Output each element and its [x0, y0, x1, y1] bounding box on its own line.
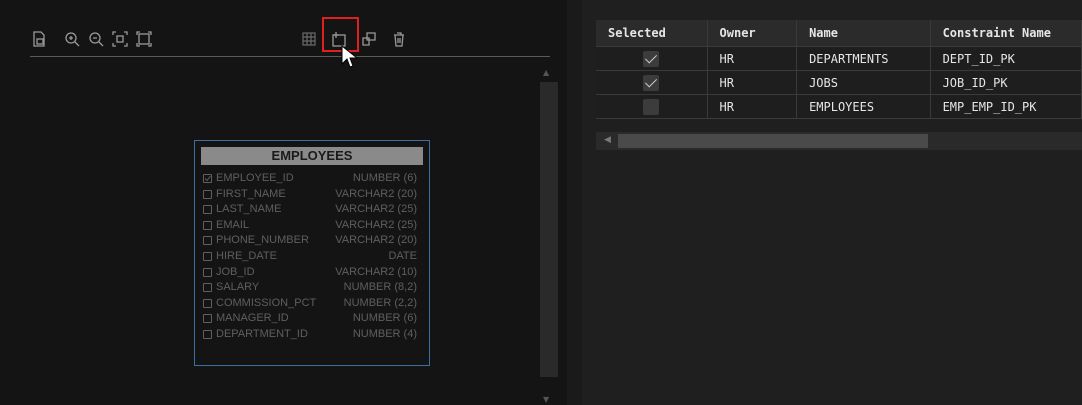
column-type: VARCHAR2 (20) [335, 234, 417, 247]
checkbox-icon[interactable] [203, 236, 212, 246]
diagram-panel: ▲ ▼ EMPLOYEES EMPLOYEE_ID NUMBER (6) FIRST… [0, 0, 567, 405]
splitter[interactable] [567, 0, 582, 405]
name-cell[interactable]: EMPLOYEES [796, 94, 931, 119]
scrollbar-thumb[interactable] [618, 134, 928, 148]
constraint-name-cell[interactable]: JOB_ID_PK [930, 70, 1082, 95]
entity-column-row[interactable]: JOB_ID VARCHAR2 (10) [203, 266, 425, 281]
toolbar-divider [30, 56, 550, 57]
entity-column-row[interactable]: DEPARTMENT_ID NUMBER (4) [203, 328, 425, 343]
entity-column-row[interactable]: COMMISSION_PCT NUMBER (2,2) [203, 297, 425, 312]
column-type: NUMBER (6) [352, 172, 417, 184]
checkbox-icon[interactable] [203, 205, 212, 215]
column-type: VARCHAR2 (20) [335, 187, 417, 200]
column-name: LAST_NAME [216, 203, 282, 216]
column-name: DEPARTMENT_ID [216, 328, 308, 340]
checked-checkbox-icon[interactable] [643, 74, 660, 91]
column-type: VARCHAR2 (25) [335, 203, 417, 216]
owner-cell[interactable]: HR [707, 46, 798, 71]
header-name[interactable]: Name [796, 20, 931, 47]
column-name: MANAGER_ID [216, 312, 289, 325]
column-name: SALARY [216, 281, 260, 294]
entity-title: EMPLOYEES [201, 147, 423, 165]
checkbox-icon[interactable] [203, 283, 212, 293]
column-name: EMPLOYEE_ID [216, 172, 294, 184]
vertical-scrollbar[interactable] [540, 82, 558, 377]
entity-employees[interactable]: EMPLOYEES EMPLOYEE_ID NUMBER (6) FIRST_NAM… [194, 140, 430, 366]
header-constraint-name[interactable]: Constraint Name [930, 20, 1082, 47]
diagram-toolbar [0, 18, 567, 58]
column-name: EMAIL [216, 218, 250, 231]
column-name: HIRE_DATE [216, 250, 277, 262]
zoom-in-icon[interactable] [63, 30, 81, 48]
owner-cell[interactable]: HR [707, 70, 798, 95]
column-name: JOB_ID [216, 265, 255, 278]
column-type: DATE [388, 250, 417, 262]
column-type: VARCHAR2 (10) [335, 265, 417, 278]
actual-size-icon[interactable] [135, 30, 153, 48]
entity-column-row[interactable]: EMAIL VARCHAR2 (25) [203, 219, 425, 234]
entity-column-row[interactable]: PHONE_NUMBER VARCHAR2 (20) [203, 234, 425, 249]
fit-to-screen-icon[interactable] [111, 30, 129, 48]
constraints-table: Selected Owner Name Constraint Name HR DE… [596, 20, 1082, 119]
entity-column-row[interactable]: EMPLOYEE_ID NUMBER (6) [203, 172, 425, 187]
checkbox-icon[interactable] [203, 298, 212, 308]
checked-checkbox-icon[interactable] [203, 174, 212, 183]
name-cell[interactable]: DEPARTMENTS [796, 46, 931, 71]
column-type: NUMBER (2,2) [343, 296, 417, 309]
constraint-name-cell[interactable]: EMP_EMP_ID_PK [930, 94, 1082, 119]
export-image-icon[interactable] [30, 30, 48, 48]
header-selected[interactable]: Selected [596, 20, 708, 47]
column-type: NUMBER (4) [352, 328, 417, 340]
scroll-left-icon[interactable]: ◀ [604, 135, 611, 145]
table-header-row: Selected Owner Name Constraint Name [596, 20, 1082, 47]
checkbox-icon[interactable] [203, 220, 212, 230]
checkbox-icon[interactable] [203, 267, 212, 277]
zoom-out-icon[interactable] [87, 30, 105, 48]
horizontal-scrollbar[interactable]: ◀ [596, 132, 1082, 150]
copy-icon[interactable] [360, 30, 378, 48]
header-owner[interactable]: Owner [707, 20, 798, 47]
scroll-up-icon[interactable]: ▲ [543, 68, 549, 77]
checkbox-icon[interactable] [203, 189, 212, 199]
entity-column-row[interactable]: LAST_NAME VARCHAR2 (25) [203, 203, 425, 218]
table-row[interactable]: HR EMPLOYEES EMP_EMP_ID_PK [596, 94, 1082, 119]
constraint-name-cell[interactable]: DEPT_ID_PK [930, 46, 1082, 71]
column-name: COMMISSION_PCT [216, 296, 317, 309]
name-cell[interactable]: JOBS [796, 70, 931, 95]
entity-column-row[interactable]: SALARY NUMBER (8,2) [203, 281, 425, 296]
column-type: VARCHAR2 (25) [335, 218, 417, 231]
column-name: PHONE_NUMBER [216, 234, 309, 247]
checkbox-icon[interactable] [203, 314, 212, 324]
scroll-down-icon[interactable]: ▼ [543, 395, 549, 404]
checkbox-icon[interactable] [643, 98, 660, 115]
owner-cell[interactable]: HR [707, 94, 798, 119]
mouse-cursor-icon [341, 44, 359, 68]
table-row[interactable]: HR JOBS JOB_ID_PK [596, 70, 1082, 95]
checkbox-icon[interactable] [203, 330, 212, 339]
selected-cell[interactable] [596, 46, 708, 71]
column-type: NUMBER (6) [352, 312, 417, 325]
column-name: FIRST_NAME [216, 187, 286, 200]
table-row[interactable]: HR DEPARTMENTS DEPT_ID_PK [596, 46, 1082, 71]
delete-icon[interactable] [390, 30, 408, 48]
entity-column-row[interactable]: HIRE_DATE DATE [203, 250, 425, 265]
entity-column-row[interactable]: FIRST_NAME VARCHAR2 (20) [203, 188, 425, 203]
checked-checkbox-icon[interactable] [643, 50, 660, 67]
selected-cell[interactable] [596, 70, 708, 95]
entity-column-row[interactable]: MANAGER_ID NUMBER (6) [203, 312, 425, 327]
column-type: NUMBER (8,2) [343, 281, 417, 294]
selected-cell[interactable] [596, 94, 708, 119]
grid-icon[interactable] [300, 30, 318, 48]
checkbox-icon[interactable] [203, 252, 212, 261]
